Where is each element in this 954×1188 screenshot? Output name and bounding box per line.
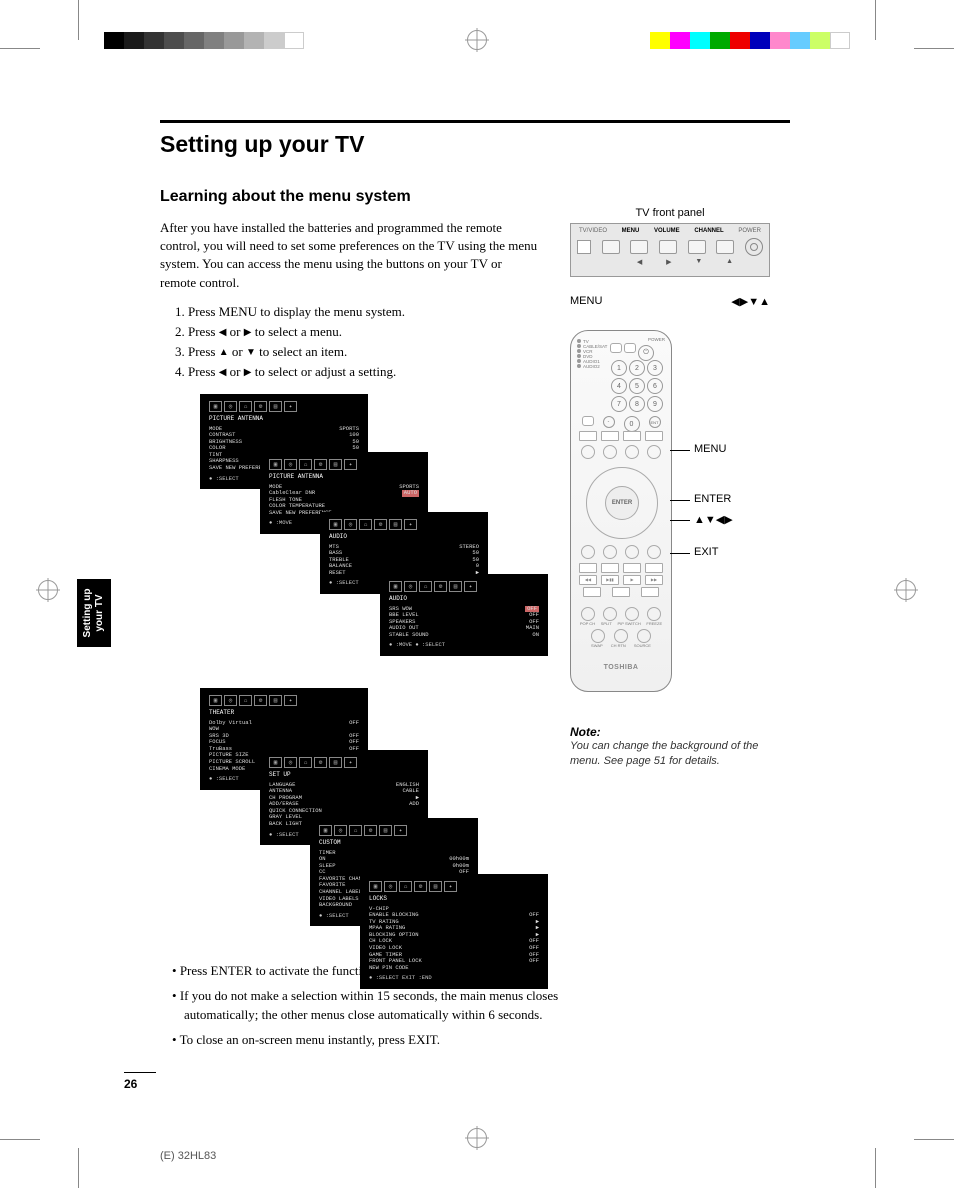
osd-locks: ▣◎⌂⚙▤✦ LOCKS V-CHIPENABLE BLOCKINGOFFTV …: [360, 874, 548, 989]
up-triangle-icon: ▲: [219, 345, 229, 361]
registration-mark: [38, 580, 58, 600]
crop-mark: [914, 1139, 954, 1140]
crop-mark: [914, 48, 954, 49]
right-triangle-icon: ▶: [244, 325, 252, 341]
remote-control-diagram: TV CABLE/SAT VCR DVD AUDIO1 AUDIO2 POWER…: [570, 330, 672, 692]
bullet-3: To close an on-screen menu instantly, pr…: [184, 1031, 604, 1050]
callout-menu: MENU: [694, 443, 726, 455]
registration-mark: [467, 30, 487, 50]
callout-line: [670, 553, 690, 554]
crop-mark: [0, 48, 40, 49]
footer-model-code: (E) 32HL83: [160, 1150, 216, 1162]
registration-mark: [896, 580, 916, 600]
intro-paragraph: After you have installed the batteries a…: [160, 219, 540, 292]
crop-mark: [875, 0, 876, 40]
enter-remote-button-icon: ENTER: [605, 486, 639, 520]
vol-down-button-icon: [630, 240, 648, 254]
note-text: You can change the background of the men…: [570, 739, 770, 770]
left-triangle-icon: ◀: [219, 365, 227, 381]
step-2: Press ◀ or ▶ to select a menu.: [188, 322, 568, 342]
tv-front-panel-diagram: TV front panel TV/VIDEO MENU VOLUME CHAN…: [570, 207, 770, 308]
power-button-icon: [745, 238, 763, 256]
cmyk-colorbar: [650, 32, 850, 49]
crop-mark: [78, 0, 79, 40]
note-title: Note:: [570, 725, 770, 739]
osd-audio-2: ▣◎⌂⚙▤✦ AUDIO SRS WOWOFFBBE LEVELOFFSPEAK…: [380, 574, 548, 656]
step-4: Press ◀ or ▶ to select or adjust a setti…: [188, 362, 568, 382]
heading-rule: [160, 120, 790, 123]
vol-up-button-icon: [659, 240, 677, 254]
section-tab: Setting up your TV: [77, 579, 111, 647]
tvvideo-button-icon: [577, 240, 591, 254]
step-1: Press MENU to display the menu system.: [188, 302, 568, 322]
callout-arrows: ▲▼◀▶: [694, 513, 733, 526]
section-heading: Learning about the menu system: [160, 188, 790, 206]
toshiba-logo: TOSHIBA: [571, 664, 671, 671]
down-triangle-icon: ▼: [246, 345, 256, 361]
ch-up-button-icon: [716, 240, 734, 254]
callout-enter: ENTER: [694, 493, 731, 505]
front-panel-menu-label: MENU: [570, 295, 602, 308]
right-triangle-icon: ▶: [244, 365, 252, 381]
callout-line: [670, 500, 690, 501]
crop-mark: [0, 1139, 40, 1140]
callout-exit: EXIT: [694, 546, 718, 558]
step-list: Press MENU to display the menu system. P…: [160, 302, 568, 383]
registration-mark: [467, 1128, 487, 1148]
note-block: Note: You can change the background of t…: [570, 725, 770, 770]
osd-menu-diagram: ▣◎⌂⚙▤✦ PICTURE ANTENNA MODESPORTSCONTRAS…: [160, 394, 640, 954]
bullet-2: If you do not make a selection within 15…: [184, 987, 604, 1025]
front-panel-arrows-label: ◀▶▼▲: [731, 295, 770, 308]
menu-remote-button-icon: [581, 445, 595, 459]
ch-down-button-icon: [688, 240, 706, 254]
exit-remote-button-icon: [581, 545, 595, 559]
grayscale-colorbar: [104, 32, 304, 49]
menu-button-icon: [602, 240, 620, 254]
step-3: Press ▲ or ▼ to select an item.: [188, 342, 568, 362]
callout-line: [670, 520, 690, 521]
left-triangle-icon: ◀: [219, 325, 227, 341]
page-number: 26: [124, 1072, 156, 1091]
crop-mark: [875, 1148, 876, 1188]
manual-page: Setting up your TV Setting up your TV Le…: [0, 0, 954, 1188]
page-title: Setting up your TV: [160, 131, 790, 158]
callout-line: [670, 450, 690, 451]
front-panel-caption: TV front panel: [570, 207, 770, 219]
crop-mark: [78, 1148, 79, 1188]
